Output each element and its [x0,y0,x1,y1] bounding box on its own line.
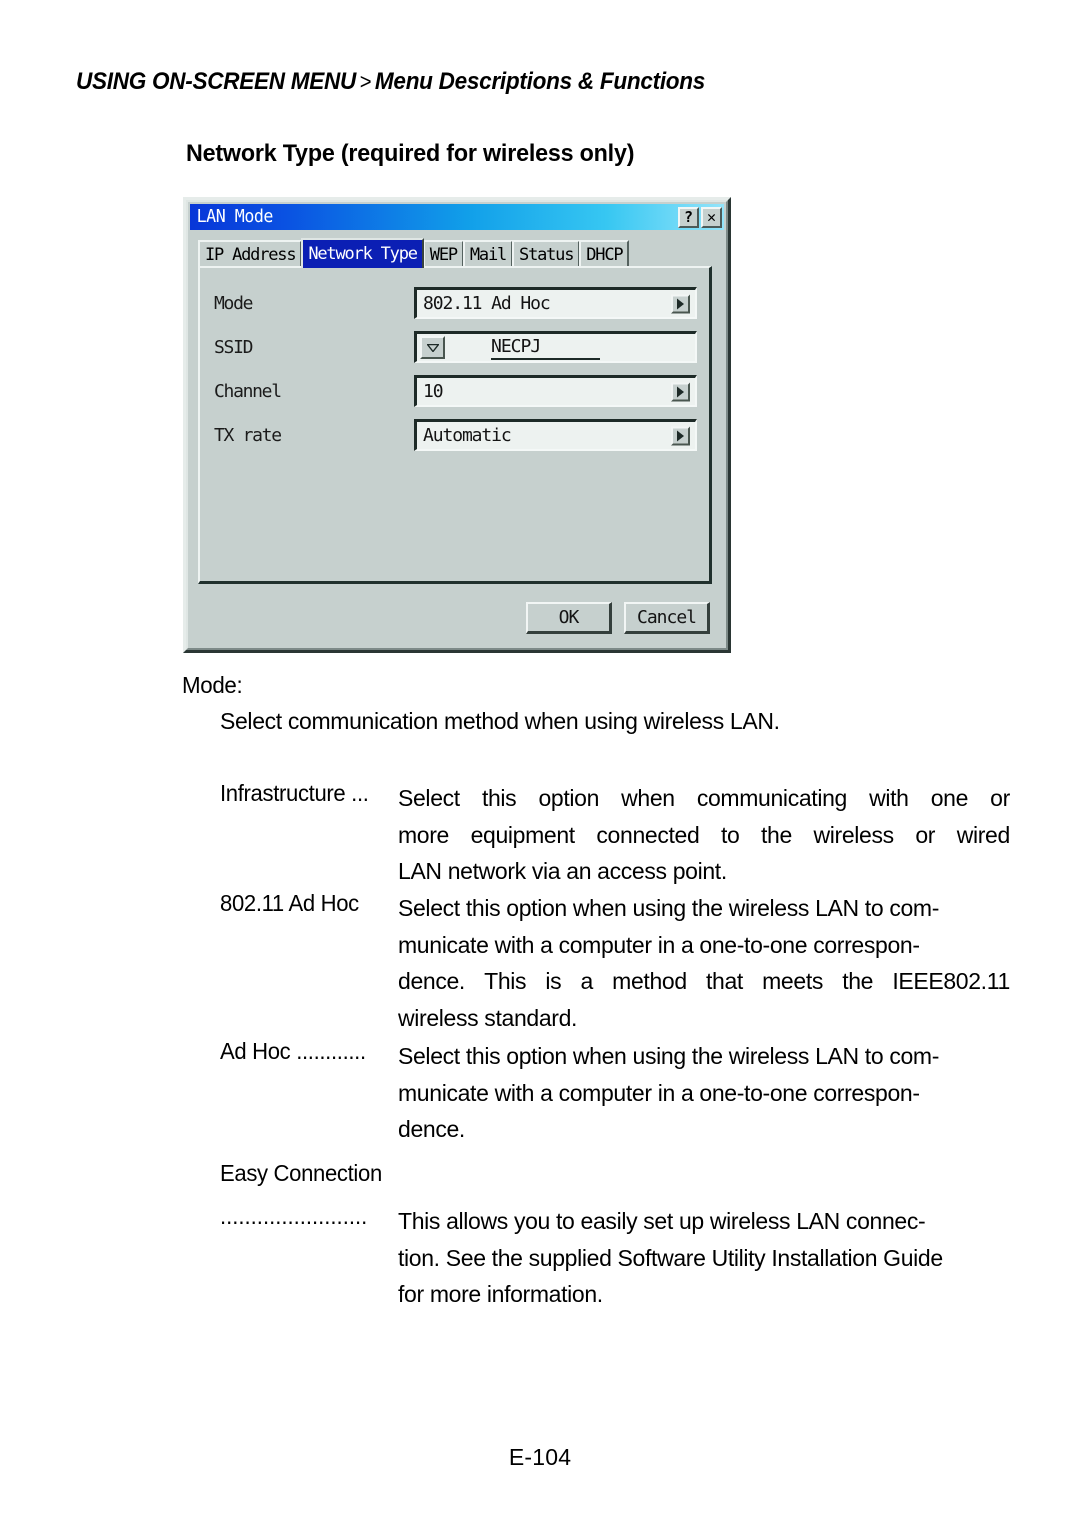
dialog-title: LAN Mode [196,207,274,227]
ssid-value[interactable]: NECPJ [491,336,601,360]
mode-dropdown[interactable]: 802.11 Ad Hoc [414,287,697,319]
desc-line: This allows you to easily set up wireles… [398,1208,926,1234]
definition-description: Select this option when using the wirele… [398,1038,1010,1148]
close-icon[interactable]: ✕ [701,206,722,228]
label-ssid: SSID [214,336,253,358]
definition-term: Infrastructure ... [220,780,369,806]
page-header-separator: > [359,69,372,94]
tab-mail[interactable]: Mail [462,240,514,268]
tab-dhcp[interactable]: DHCP [579,240,630,268]
desc-line: Select this option when communicating with one… [398,785,1010,811]
page-number: E-104 [508,1444,572,1470]
desc-line: for more information. [398,1281,603,1307]
titlebar-button-group: ? ✕ [678,206,724,228]
definition-term-continuation: ........................ [220,1203,368,1229]
chevron-right-icon[interactable] [671,426,690,445]
label-tx-rate: TX rate [214,424,282,446]
page-header-left: USING ON-SCREEN MENU [76,68,357,95]
desc-line: more equipment connected to the wireless or wir… [398,821,1010,848]
field-row-channel: Channel 10 [214,374,697,408]
page-header: USING ON-SCREEN MENU > Menu Descriptions &… [76,68,705,96]
section-title: Network Type (required for wireless only… [186,140,635,167]
definition-term: Ad Hoc ............ [220,1038,366,1064]
desc-line: municate with a computer in a one-to-one… [398,931,920,958]
desc-line: municate with a computer in a one-to-one… [398,1079,920,1106]
page-header-right: Menu Descriptions & Functions [374,68,706,95]
desc-line: tion. See the supplied Software Utility … [398,1244,943,1271]
tab-status[interactable]: Status [512,240,581,268]
tab-ip-address[interactable]: IP Address [198,240,303,268]
field-row-tx-rate: TX rate Automatic [214,418,697,452]
chevron-right-icon[interactable] [671,382,690,401]
dialog-titlebar[interactable]: LAN Mode ? ✕ [190,204,724,230]
tab-wep[interactable]: WEP [422,240,464,268]
tab-network-type[interactable]: Network Type [301,238,424,268]
desc-line: Select this option when using the wirele… [398,895,940,921]
definition-description: Select this option when communicating with one… [398,780,1010,890]
channel-value: 10 [423,381,444,402]
help-icon[interactable]: ? [678,206,699,228]
mode-value: 802.11 Ad Hoc [423,293,551,314]
ok-button[interactable]: OK [526,602,612,634]
ssid-combo[interactable]: NECPJ [414,331,697,363]
chevron-down-icon[interactable] [420,336,445,359]
mode-heading: Mode: [182,672,243,698]
field-row-ssid: SSID NECPJ [214,330,697,364]
definition-term: 802.11 Ad Hoc [220,890,359,916]
label-mode: Mode [214,292,253,314]
tx-rate-dropdown[interactable]: Automatic [414,419,697,451]
desc-line: LAN network via an access point. [398,858,727,884]
label-channel: Channel [214,380,282,402]
definition-description: This allows you to easily set up wireles… [398,1203,1010,1313]
tabstrip: IP Address Network Type WEP Mail Status … [198,238,630,268]
network-type-panel: Mode 802.11 Ad Hoc SSID NECPJ Channel 10… [198,266,712,584]
channel-dropdown[interactable]: 10 [414,375,697,407]
dialog-button-bar: OK Cancel [526,602,710,634]
chevron-right-icon[interactable] [671,294,690,313]
desc-line: Select this option when using the wirele… [398,1043,940,1069]
mode-description: Select communication method when using w… [220,708,780,734]
desc-line: wireless standard. [398,1004,578,1031]
desc-line: dence. [398,1116,465,1142]
desc-line: dence. This is a method that meets the IEEE802.1… [398,968,1010,994]
tx-rate-value: Automatic [423,425,512,446]
cancel-button[interactable]: Cancel [624,602,710,634]
lan-mode-dialog: LAN Mode ? ✕ IP Address Network Type WEP… [183,197,731,653]
field-row-mode: Mode 802.11 Ad Hoc [214,286,697,320]
definition-description: Select this option when using the wirele… [398,890,1010,1036]
definition-term: Easy Connection [220,1160,382,1186]
